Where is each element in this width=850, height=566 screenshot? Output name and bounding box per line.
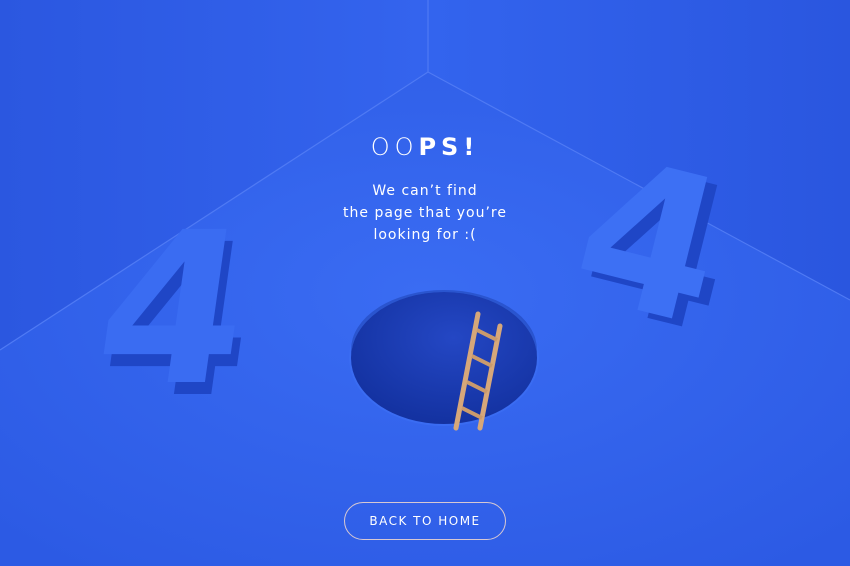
hole-illustration xyxy=(349,290,539,426)
room-illustration: 4 4 4 4 xyxy=(0,0,850,566)
page-title: OOPS! xyxy=(0,130,850,164)
error-message: We can’t find the page that you’re looki… xyxy=(0,180,850,246)
message-line-2: the page that you’re xyxy=(343,205,507,221)
title-bold-part: PS! xyxy=(418,133,480,161)
title-light-part: OO xyxy=(370,133,419,161)
back-to-home-button[interactable]: BACK TO HOME xyxy=(344,502,506,540)
message-line-3: looking for :( xyxy=(373,227,477,243)
error-404-page: 4 4 4 4 OOPS! We can’t find the page tha… xyxy=(0,0,850,566)
message-line-1: We can’t find xyxy=(372,183,478,199)
